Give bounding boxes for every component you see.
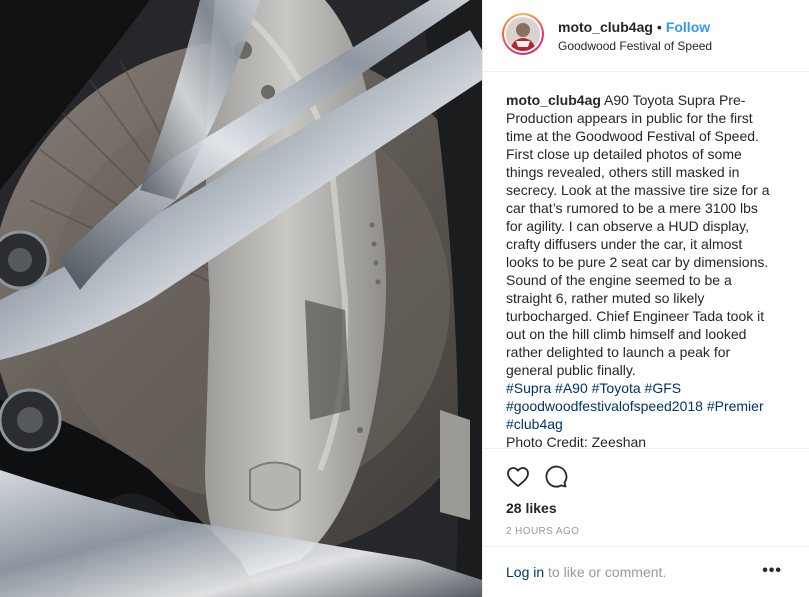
post-timestamp[interactable]: 2 HOURS AGO — [506, 526, 579, 537]
login-prompt: Log in to like or comment. — [506, 564, 666, 580]
instagram-post: moto_club4ag • Follow Goodwood Festival of… — [0, 0, 809, 597]
caption-text: A90 Toyota Supra Pre-Production appears … — [506, 92, 770, 378]
post-photo[interactable] — [0, 0, 482, 597]
comment-icon[interactable] — [544, 465, 568, 489]
lug-nut-icon — [0, 230, 50, 290]
location-link[interactable]: Goodwood Festival of Speed — [558, 39, 712, 53]
login-prompt-text: to like or comment. — [544, 564, 667, 580]
wheel-brake-photo — [0, 0, 482, 597]
post-caption: moto_club4ag A90 Toyota Supra Pre-Produc… — [506, 91, 772, 451]
likes-count[interactable]: 28 likes — [506, 500, 557, 516]
login-link[interactable]: Log in — [506, 564, 544, 580]
separator-dot: • — [656, 19, 662, 35]
post-details-panel: moto_club4ag • Follow Goodwood Festival of… — [482, 0, 809, 597]
post-actions: 28 likes 2 HOURS AGO — [483, 448, 809, 537]
hashtag-links[interactable]: #Supra #A90 #Toyota #GFS #goodwoodfestiv… — [506, 379, 772, 433]
caption-username-link[interactable]: moto_club4ag — [506, 92, 601, 108]
person-icon — [506, 17, 540, 51]
post-header: moto_club4ag • Follow Goodwood Festival of… — [483, 0, 809, 72]
username-row: moto_club4ag • Follow — [558, 18, 710, 36]
avatar-image — [506, 17, 540, 51]
username-link[interactable]: moto_club4ag — [558, 19, 653, 35]
more-options-button[interactable]: ••• — [762, 562, 782, 580]
login-bar: Log in to like or comment. ••• — [483, 546, 809, 597]
avatar[interactable] — [502, 13, 544, 55]
follow-button[interactable]: Follow — [666, 19, 710, 35]
heart-icon[interactable] — [506, 465, 530, 489]
